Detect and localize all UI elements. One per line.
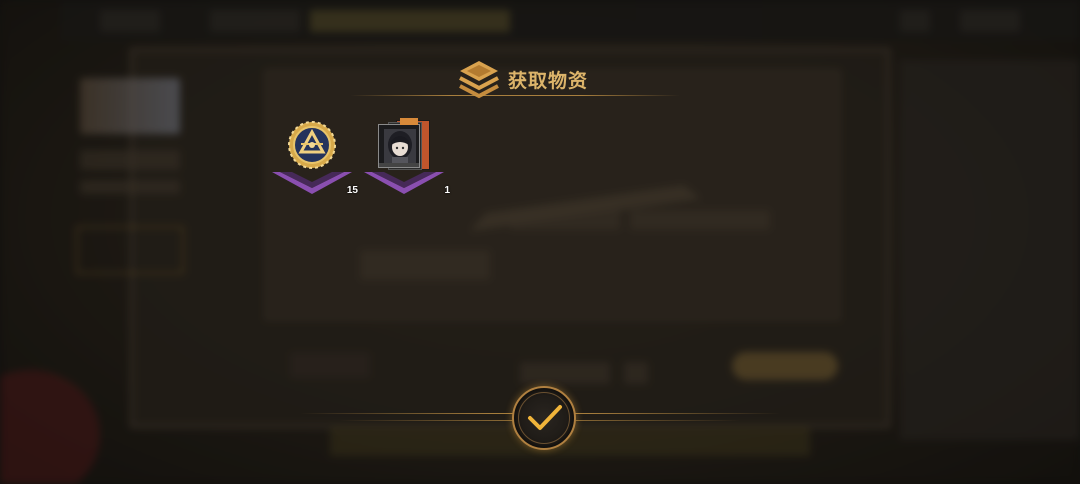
gold-emblem-icon [288, 121, 336, 169]
reward-item-card[interactable]: 1 [362, 118, 450, 198]
character-portrait-card-icon [376, 118, 434, 174]
dialog-title: 获取物资 [508, 69, 589, 92]
checkmark-icon [528, 405, 562, 430]
reward-count: 15 [346, 185, 358, 196]
stacked-layers-icon [458, 59, 500, 99]
dialog-header: 获取物资 [458, 58, 588, 100]
title-divider [350, 95, 680, 96]
purple-pedestal-icon [272, 172, 352, 194]
confirm-button[interactable] [512, 386, 576, 450]
reward-count: 1 [444, 185, 450, 196]
reward-item-medal[interactable]: 15 [270, 118, 358, 198]
